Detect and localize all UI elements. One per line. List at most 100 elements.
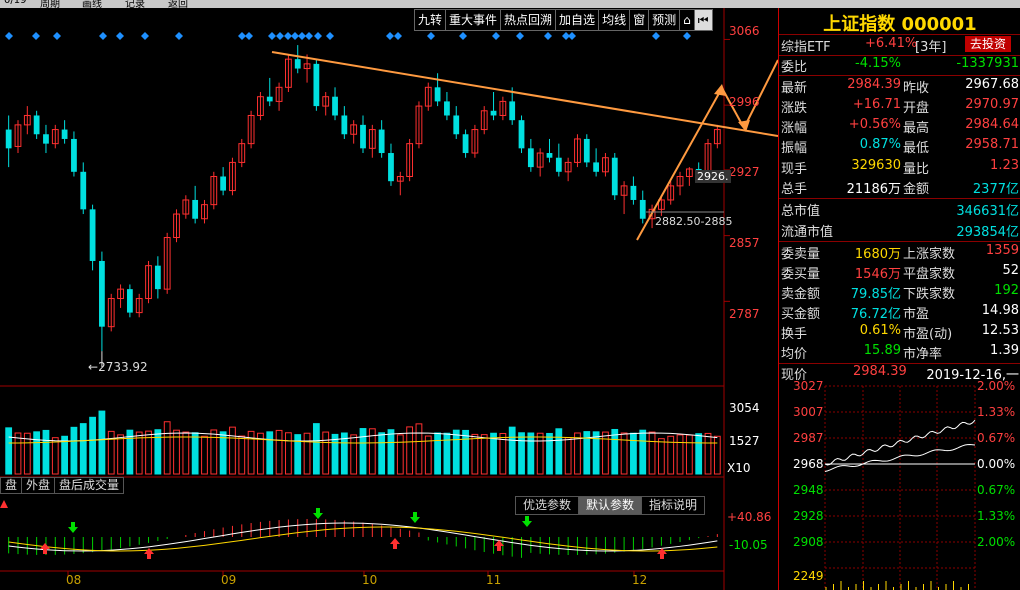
volume-bar [350,434,358,475]
volume-bar [396,434,404,475]
quote-row-amplitude: 振幅 0.87% 最低 2958.71 [781,137,1019,156]
price-label-4: 2787 [729,307,760,321]
invest-button[interactable]: 去投资 [965,36,1012,52]
volume-bar [657,438,665,475]
volume-bar [107,430,115,475]
toolbar-window-button[interactable]: 窗 [629,9,650,31]
volume-bar [387,429,395,475]
month-label-12: 12 [632,573,648,587]
signal-diamond [238,32,246,40]
mini-left-label-7: 2249 [793,569,824,583]
volume-bar [266,431,274,475]
tab-outer[interactable]: 外盘 [21,477,56,494]
candle-body-down [154,265,161,290]
indicator-help-button[interactable]: 指标说明 [641,496,706,515]
price-label-2: 2927 [729,165,760,179]
volume-label-1: 1527 [729,434,760,448]
mini-right-label-5: 1.33% [977,509,1016,523]
home-icon[interactable]: ⌂ [679,9,695,31]
candle-body-down [583,138,590,163]
float-cap-row: 流通市值 293854亿 [781,225,1019,240]
candle-body-down [555,157,562,172]
volume-bar [443,432,451,475]
candle-body-down [593,162,600,172]
volume-bar [191,432,199,475]
volume-bar [648,431,656,475]
candle-body-down [546,153,553,158]
signal-diamond [544,32,552,40]
month-label-10: 10 [362,573,378,587]
toolbar-ma-button[interactable]: 均线 [598,9,631,31]
signal-diamond [268,32,276,40]
stat-row-0: 委卖量 1680万 上涨家数 1359 [781,243,1019,262]
toolbar-jiuzhuan-button[interactable]: 九转 [414,9,447,31]
mini-right-label-2: 0.67% [977,431,1016,445]
quote-row-total: 总手 21186万 金额 2377亿 [781,182,1019,197]
etf-suffix: [3年] [915,40,947,55]
toolbar-events-button[interactable]: 重大事件 [445,9,502,31]
candle-body-down [611,157,618,196]
stat-row-5: 均价 15.89 市净率 1.39 [781,343,1019,362]
macd-label-low: -10.05 [729,538,768,552]
candle-body-down [126,289,133,313]
volume-bar [5,427,13,475]
signal-diamond [683,32,691,40]
volume-bar [275,429,283,475]
sell-signal-arrow-icon [522,516,532,527]
mini-left-label-2: 2987 [793,431,824,445]
buy-signal-arrow-icon [40,543,50,554]
volume-bar [89,416,96,475]
bottom-tabs: 盘 外盘 盘后成交量 [0,477,125,494]
candle-body-down [444,101,450,116]
mini-right-label-6: 2.00% [977,535,1016,549]
toolbar-forecast-button[interactable]: 预测 [648,9,681,31]
mini-left-label-6: 2908 [793,535,824,549]
volume-bar [238,435,246,475]
candle-body-down [43,134,49,144]
signal-diamond [427,32,435,40]
forecast-rebound-line [743,59,778,129]
volume-bar [229,426,236,475]
toolbar-add-watchlist-button[interactable]: 加自选 [555,9,600,31]
sell-signal-arrow-icon [313,508,323,519]
tab-pan[interactable]: 盘 [0,477,23,494]
volume-bar [415,423,423,475]
volume-bar [620,432,628,475]
default-params-button[interactable]: 默认参数 [578,496,643,515]
volume-bar [406,426,414,475]
signal-diamond [652,32,660,40]
mini-left-label-0: 3027 [793,379,824,393]
quote-row-hand: 现手 329630 量比 1.23 [781,158,1019,177]
volume-bar [452,429,460,475]
volume-bar [378,432,386,475]
volume-label-0: 3054 [729,401,760,415]
quote-panel: 上证指数 000001 综指ETF +6.41% [3年] 去投资 委比 -4.… [778,8,1020,590]
volume-bar [424,435,432,475]
tab-after-hours-volume[interactable]: 盘后成交量 [54,477,125,494]
candle-body-down [490,110,497,116]
volume-bar [182,431,190,475]
volume-bar [471,433,479,475]
signal-diamond [568,32,576,40]
volume-bar [163,421,171,475]
volume-bar [508,426,516,475]
volume-bar [79,423,87,475]
volume-bar [33,431,41,475]
volume-bar [676,434,684,475]
buy-signal-arrow-icon [0,500,8,508]
mini-right-label-1: 1.33% [977,405,1016,419]
optimal-params-button[interactable]: 优选参数 [515,496,580,515]
stat-row-4: 换手 0.61% 市盈(动) 12.53 [781,323,1019,342]
mini-left-label-4: 2948 [793,483,824,497]
toolbar-hotspot-button[interactable]: 热点回溯 [500,9,557,31]
back-arrow-icon[interactable]: ⏮ [693,9,713,31]
quote-row-weibi: 委比 -4.15% -1337931 [781,56,1019,75]
volume-bar [564,437,572,475]
volume-label-2: X10 [727,461,751,475]
mini-left-label-5: 2928 [793,509,824,523]
quote-row-pct: 涨幅 +0.56% 最高 2984.64 [781,117,1019,136]
quote-row-change: 涨跌 +16.71 开盘 2970.97 [781,97,1019,116]
macd-label-high: +40.86 [727,510,772,524]
signal-diamond [326,32,334,40]
signal-diamond [516,32,524,40]
